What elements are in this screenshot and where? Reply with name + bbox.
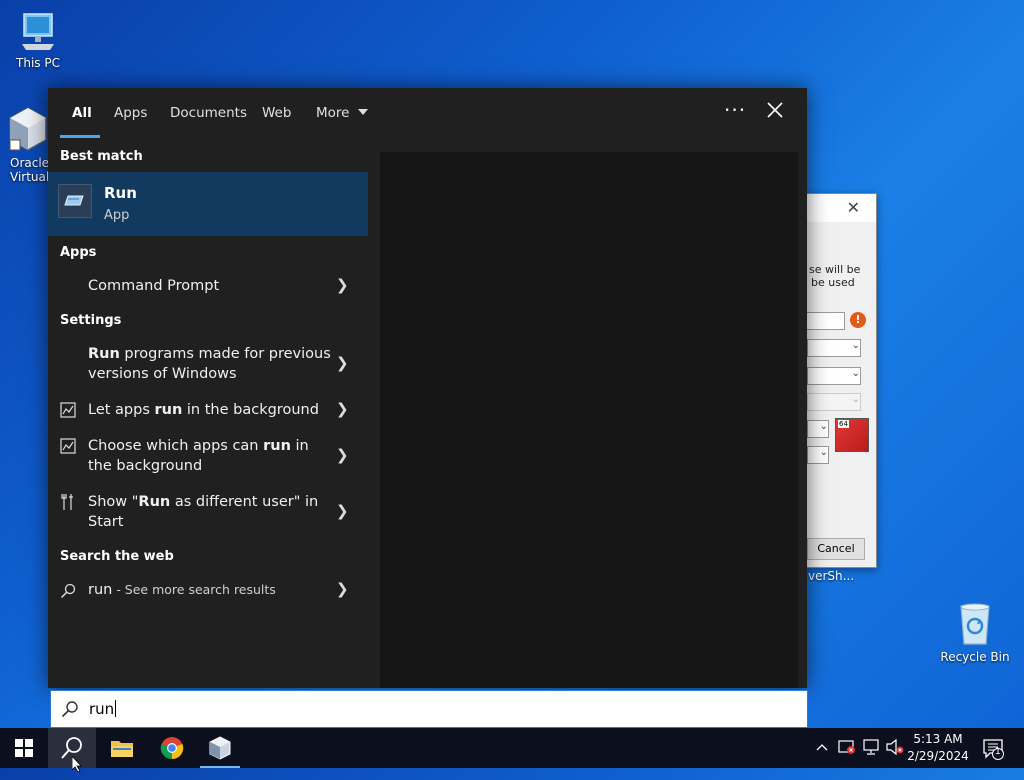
search-icon (61, 701, 78, 718)
result-command-prompt[interactable]: Command Prompt ❯ (48, 276, 368, 304)
result-label: Choose which apps can run in the backgro… (88, 438, 309, 474)
dialog-dropdown-3[interactable]: ⌄ (807, 420, 829, 438)
chevron-right-icon[interactable]: ❯ (336, 276, 349, 294)
search-tab-bar: All Apps Documents Web More ··· (48, 88, 807, 140)
cancel-button[interactable]: Cancel (807, 538, 865, 560)
tools-icon (61, 494, 73, 510)
close-icon[interactable] (766, 100, 784, 124)
start-button[interactable] (0, 728, 48, 768)
security-icon[interactable] (838, 739, 856, 779)
tab-web[interactable]: Web (262, 105, 291, 121)
taskbar-virtualbox[interactable] (196, 728, 244, 768)
volume-muted-icon[interactable] (886, 738, 904, 779)
notification-count: 1 (995, 747, 1001, 757)
chevron-right-icon[interactable]: ❯ (336, 400, 349, 418)
tab-more-label: More (316, 105, 350, 121)
clock-time: 5:13 AM (913, 732, 963, 746)
windows-logo-icon (15, 739, 33, 757)
tab-apps[interactable]: Apps (114, 105, 147, 121)
run-app-icon (58, 184, 92, 218)
result-web-search[interactable]: run - See more search results ❯ (48, 580, 368, 608)
logo-badge: 64 (838, 420, 849, 428)
section-settings: Settings (60, 313, 122, 328)
network-icon[interactable] (862, 739, 880, 779)
section-best-match: Best match (60, 149, 143, 164)
taskbar-clock[interactable]: 5:13 AM 2/29/2024 (906, 731, 970, 765)
desktop-icon-label-partial[interactable]: verSh... (808, 569, 854, 583)
background-apps-icon (60, 402, 76, 418)
recycle-bin-icon (960, 603, 990, 645)
text-caret (115, 700, 117, 717)
chrome-icon (160, 737, 184, 760)
tab-all[interactable]: All (72, 105, 92, 121)
dialog-dropdown-disabled: ⌄ (807, 393, 861, 411)
section-search-web: Search the web (60, 549, 174, 564)
tab-more[interactable]: More (316, 105, 368, 121)
search-icon (60, 583, 76, 599)
app-logo-icon: 64 (835, 418, 869, 452)
background-apps-icon (60, 438, 76, 454)
warning-icon: ! (850, 312, 866, 328)
more-options-icon[interactable]: ··· (724, 98, 746, 122)
virtualbox-icon (209, 736, 231, 760)
section-apps: Apps (60, 245, 97, 260)
result-label: Let apps run in the background (88, 402, 319, 418)
dialog-text-line1: se will be (809, 263, 861, 276)
result-run-as-different-user[interactable]: Show "Run as different user" in Start ❯ (48, 492, 368, 532)
taskbar-search-button[interactable] (48, 728, 96, 772)
dialog-dropdown-1[interactable]: ⌄ (807, 339, 861, 357)
best-match-run[interactable]: Run App (48, 172, 368, 236)
desktop-icon-label: Recycle Bin (940, 650, 1010, 664)
result-background-apps[interactable]: Let apps run in the background ❯ (48, 400, 368, 428)
computer-icon (22, 13, 54, 50)
result-preview-pane (380, 152, 798, 688)
taskbar: 5:13 AM 2/29/2024 1 (0, 728, 1024, 772)
result-choose-background-apps[interactable]: Choose which apps can run in the backgro… (48, 436, 368, 476)
tab-documents[interactable]: Documents (170, 105, 247, 121)
chevron-right-icon[interactable]: ❯ (336, 502, 349, 520)
dialog-text-field[interactable] (805, 312, 845, 330)
notification-center-icon[interactable]: 1 (982, 738, 1006, 764)
clock-date: 2/29/2024 (907, 749, 969, 763)
virtualbox-icon (9, 107, 47, 151)
dialog-dropdown-4[interactable]: ⌄ (807, 446, 829, 464)
search-input[interactable]: run (50, 690, 808, 728)
dialog-text-line2: be used (811, 276, 855, 289)
result-label: Run programs made for previous versions … (88, 346, 331, 382)
active-tab-indicator (60, 135, 100, 138)
desktop-icon-label: This PC (16, 56, 60, 70)
dialog-dropdown-2[interactable]: ⌄ (807, 367, 861, 385)
result-label: run - See more search results (88, 582, 276, 598)
folder-icon (111, 741, 133, 757)
show-hidden-icons-chevron[interactable] (816, 740, 828, 780)
result-run-compatibility[interactable]: Run programs made for previous versions … (48, 344, 368, 384)
search-input-value: run (89, 700, 117, 718)
taskbar-chrome[interactable] (148, 728, 196, 768)
chevron-right-icon[interactable]: ❯ (336, 580, 349, 598)
taskbar-file-explorer[interactable] (98, 728, 146, 768)
caret-down-icon (357, 109, 368, 115)
search-results-list: Best match Run App Apps Command Prompt ❯… (48, 140, 368, 688)
chevron-right-icon[interactable]: ❯ (336, 446, 349, 464)
best-match-subtitle: App (104, 208, 130, 223)
chevron-right-icon[interactable]: ❯ (336, 354, 349, 372)
desktop-icon-this-pc[interactable]: This PC (0, 10, 76, 70)
mouse-cursor-icon (72, 756, 82, 772)
best-match-title: Run (104, 184, 137, 202)
desktop-icon-recycle-bin[interactable]: Recycle Bin (937, 602, 1013, 664)
start-search-panel: All Apps Documents Web More ··· Best mat… (48, 88, 807, 688)
close-icon[interactable]: ✕ (847, 198, 860, 217)
result-label: Show "Run as different user" in Start (88, 494, 319, 530)
result-label: Command Prompt (88, 278, 220, 294)
